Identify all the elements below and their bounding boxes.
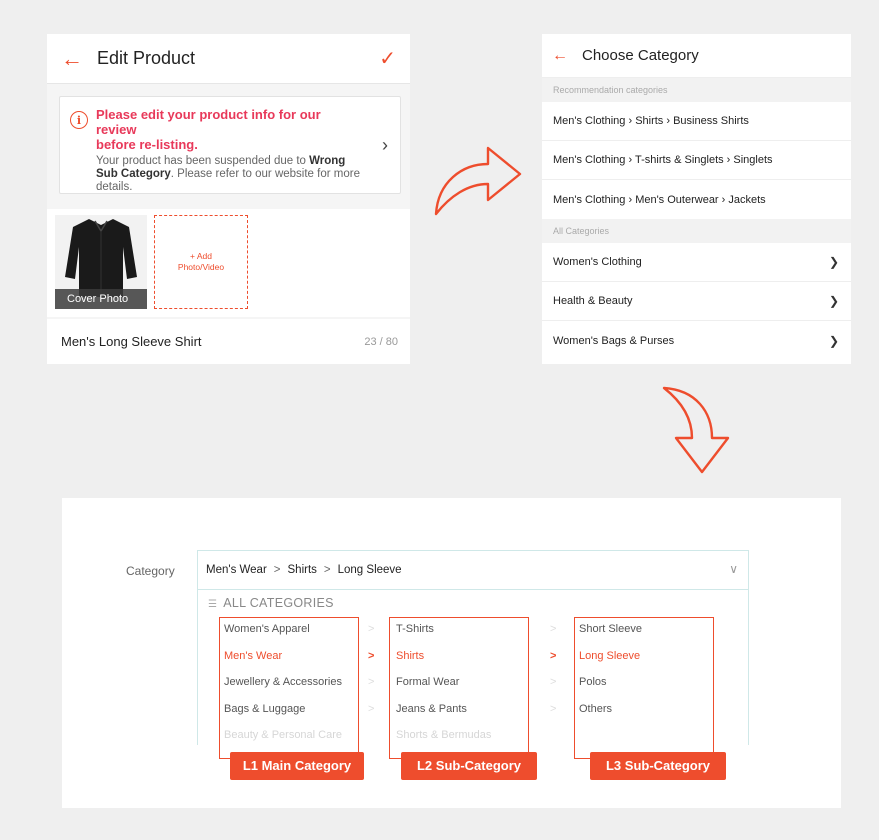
- photo-section: Cover Photo + Add Photo/Video: [47, 209, 410, 317]
- chevron-right-icon: >: [550, 676, 557, 688]
- curved-arrow-right-icon: [434, 146, 522, 216]
- add-photo-button[interactable]: + Add Photo/Video: [154, 215, 248, 309]
- l3-sub-category-tag: L3 Sub-Category: [590, 752, 726, 780]
- product-name-field[interactable]: Men's Long Sleeve Shirt 23 / 80: [47, 319, 410, 364]
- category-picker-panel: Category Men's Wear > Shirts > Long Slee…: [62, 498, 841, 808]
- arrow-left-icon[interactable]: ←: [61, 46, 97, 72]
- curved-arrow-down-icon: [662, 386, 730, 474]
- l1-highlight-box: [219, 617, 359, 759]
- chevron-right-icon: >: [550, 702, 557, 715]
- page-title: Edit Product: [97, 48, 196, 68]
- l1-main-category-tag: L1 Main Category: [230, 752, 364, 780]
- l2-highlight-box: [389, 617, 529, 759]
- l2-sub-category-tag: L2 Sub-Category: [401, 752, 537, 780]
- suspension-warning[interactable]: i Please edit your product info for our …: [59, 96, 401, 194]
- choose-category-header: ← Choose Category: [542, 34, 851, 78]
- info-icon: i: [70, 111, 88, 129]
- chevron-right-icon: ❯: [828, 333, 839, 348]
- shirt-icon: [65, 219, 137, 297]
- recommendation-item[interactable]: Men's Clothing › T-shirts & Singlets › S…: [542, 141, 851, 180]
- category-item[interactable]: Health & Beauty ❯: [542, 282, 851, 321]
- breadcrumb-separator: >: [273, 564, 281, 576]
- warning-title: Please edit your product info for our re…: [96, 107, 321, 152]
- chevron-right-icon: ❯: [828, 255, 839, 269]
- edit-product-header: ← Edit Product ✓: [47, 34, 410, 84]
- all-categories-header: All Categories: [542, 219, 851, 243]
- l2-chevrons: > > > >: [550, 616, 556, 722]
- page-title: Choose Category: [582, 47, 699, 64]
- product-name: Men's Long Sleeve Shirt: [61, 334, 202, 349]
- warning-body: Your product has been suspended due to W…: [96, 155, 360, 193]
- category-label: Category: [126, 564, 175, 578]
- breadcrumb-l2: Shirts: [287, 564, 317, 576]
- edit-product-screen: ← Edit Product ✓ i Please edit your prod…: [47, 34, 410, 364]
- recommendation-item[interactable]: Men's Clothing › Men's Outerwear › Jacke…: [542, 180, 851, 219]
- chevron-right-icon: ❯: [828, 294, 839, 308]
- recommendation-item[interactable]: Men's Clothing › Shirts › Business Shirt…: [542, 102, 851, 141]
- category-item[interactable]: Women's Clothing ❯: [542, 243, 851, 282]
- char-counter: 23 / 80: [364, 335, 398, 348]
- chevron-right-icon: >: [368, 649, 375, 662]
- chevron-right-icon: >: [368, 676, 375, 688]
- list-icon: ☰: [208, 599, 218, 610]
- check-icon[interactable]: ✓: [379, 46, 396, 71]
- chevron-right-icon: >: [368, 623, 375, 635]
- choose-category-screen: ← Choose Category Recommendation categor…: [542, 34, 851, 364]
- chevron-right-icon: >: [550, 649, 557, 662]
- breadcrumb-separator: >: [323, 564, 331, 576]
- breadcrumb-l3: Long Sleeve: [337, 564, 402, 576]
- category-item[interactable]: Women's Bags & Purses ❯: [542, 321, 851, 360]
- chevron-right-icon: ›: [382, 135, 388, 155]
- cover-photo[interactable]: Cover Photo: [55, 215, 147, 309]
- arrow-left-icon[interactable]: ←: [552, 47, 582, 65]
- chevron-right-icon: >: [368, 702, 375, 715]
- chevron-right-icon: >: [550, 623, 557, 635]
- recommendation-header: Recommendation categories: [542, 78, 851, 102]
- breadcrumb-l1: Men's Wear: [206, 564, 267, 576]
- all-categories-heading: ☰ ALL CATEGORIES: [208, 596, 334, 610]
- l3-highlight-box: [574, 617, 714, 759]
- cover-photo-label: Cover Photo: [55, 289, 147, 309]
- chevron-down-icon[interactable]: ∨: [729, 562, 738, 576]
- l1-chevrons: > > > >: [368, 616, 374, 722]
- category-select[interactable]: Men's Wear > Shirts > Long Sleeve ∨: [197, 550, 749, 590]
